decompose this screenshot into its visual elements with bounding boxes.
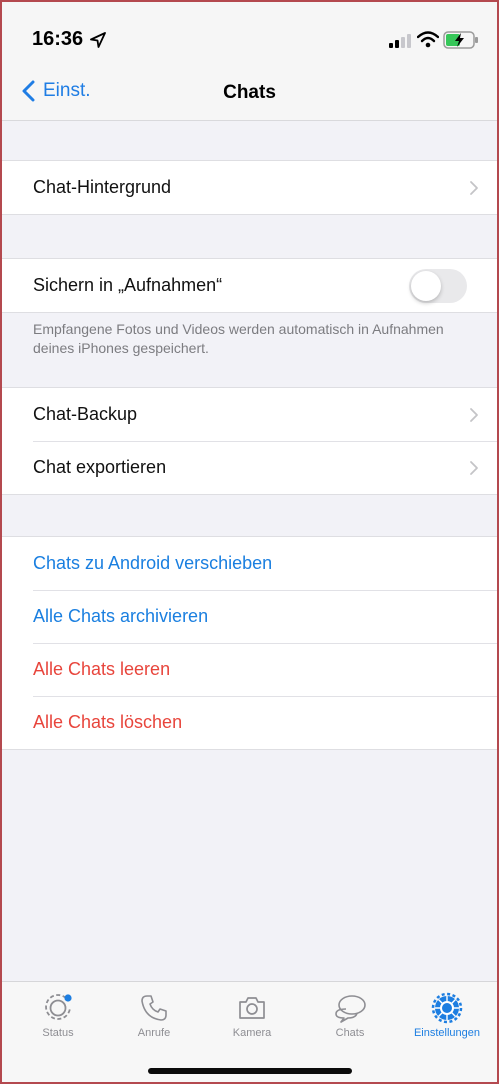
save-to-photos-label: Sichern in „Aufnahmen“	[33, 275, 223, 295]
status-time: 16:36	[32, 28, 84, 50]
chevron-right-icon	[470, 407, 478, 422]
clear-all-chats-button[interactable]: Alle Chats leeren	[2, 643, 497, 696]
tab-chats-label: Chats	[335, 1027, 365, 1039]
page-title: Chats	[223, 82, 276, 103]
toggle-knob	[411, 270, 441, 301]
camera-icon	[239, 997, 265, 1019]
archive-all-chats-button[interactable]: Alle Chats archivieren	[2, 590, 497, 643]
actions-group: Chats zu Android verschieben Alle Chats …	[2, 536, 497, 750]
export-chat-label: Chat exportieren	[33, 457, 167, 477]
chat-bubbles-icon	[335, 995, 366, 1023]
status-bar: 16:36	[2, 20, 497, 60]
nav-bar: Einst. Chats	[2, 72, 497, 116]
signal-icon	[389, 34, 411, 48]
chevron-right-icon	[470, 180, 478, 195]
status-icon	[45, 994, 72, 1020]
move-to-android-button[interactable]: Chats zu Android verschieben	[2, 537, 497, 590]
tab-settings[interactable]: Einstellungen	[399, 982, 495, 1052]
wifi-icon	[417, 31, 439, 48]
settings-gear-icon	[431, 992, 463, 1024]
phone-icon	[141, 995, 167, 1021]
home-indicator	[147, 1068, 352, 1074]
wallpaper-group: Chat-Hintergrund	[2, 160, 497, 215]
tab-status-label: Status	[42, 1027, 74, 1039]
tab-chats[interactable]: Chats	[302, 982, 398, 1052]
archive-all-chats-label: Alle Chats archivieren	[33, 606, 209, 626]
tab-camera-label: Kamera	[232, 1027, 272, 1039]
delete-all-chats-label: Alle Chats löschen	[33, 712, 183, 732]
screen: 16:36 Einst. Chats Chat-Hintergrund Sich…	[0, 0, 499, 1084]
chat-wallpaper-label: Chat-Hintergrund	[33, 177, 172, 197]
save-to-photos-footnote: Empfangene Fotos und Videos werden autom…	[33, 321, 444, 356]
tab-camera[interactable]: Kamera	[204, 982, 300, 1052]
backup-group: Chat-Backup Chat exportieren	[2, 387, 497, 495]
save-to-photos-toggle[interactable]	[409, 268, 467, 303]
battery-charging-icon	[443, 31, 478, 49]
chevron-right-icon	[470, 460, 478, 475]
tab-bar: Status Anrufe Kamera Chats Einstellungen	[2, 981, 497, 1082]
save-to-photos-group: Sichern in „Aufnahmen“	[2, 258, 497, 313]
top-bar: 16:36 Einst. Chats	[2, 2, 497, 121]
clear-all-chats-label: Alle Chats leeren	[33, 659, 171, 679]
chat-backup-row[interactable]: Chat-Backup	[2, 388, 497, 441]
delete-all-chats-button[interactable]: Alle Chats löschen	[2, 696, 497, 749]
tab-status[interactable]: Status	[10, 982, 106, 1052]
location-arrow-icon	[90, 32, 106, 48]
chat-wallpaper-row[interactable]: Chat-Hintergrund	[2, 161, 497, 214]
tab-calls[interactable]: Anrufe	[106, 982, 202, 1052]
export-chat-row[interactable]: Chat exportieren	[2, 441, 497, 494]
tab-calls-label: Anrufe	[137, 1027, 171, 1039]
save-to-photos-row: Sichern in „Aufnahmen“	[2, 259, 497, 312]
move-to-android-label: Chats zu Android verschieben	[33, 553, 273, 573]
tab-settings-label: Einstellungen	[413, 1027, 481, 1039]
chat-backup-label: Chat-Backup	[33, 404, 138, 424]
